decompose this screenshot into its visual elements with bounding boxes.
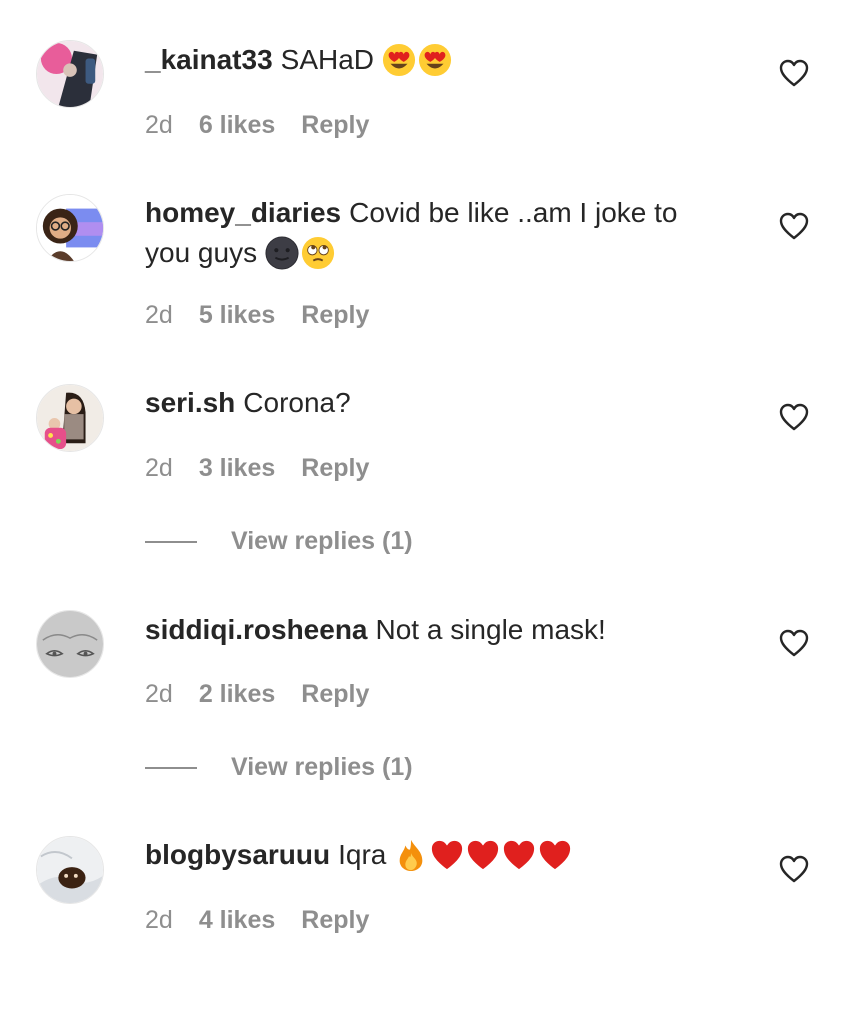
- comment-meta: 2d 2 likes Reply: [145, 679, 369, 709]
- red-heart-emoji: [538, 838, 572, 872]
- likes-count[interactable]: 2 likes: [199, 680, 275, 708]
- comment-username[interactable]: homey_diaries: [145, 197, 341, 228]
- avatar[interactable]: [36, 836, 104, 904]
- red-heart-emoji: [502, 838, 536, 872]
- comment-age: 2d: [145, 301, 173, 329]
- avatar[interactable]: [36, 610, 104, 678]
- comment-text: siddiqi.rosheena Not a single mask!: [145, 610, 745, 650]
- comment-username[interactable]: siddiqi.rosheena: [145, 614, 368, 645]
- comment-username[interactable]: _kainat33: [145, 44, 273, 75]
- heart-outline-icon[interactable]: [779, 212, 809, 240]
- comment-age: 2d: [145, 454, 173, 482]
- comment-body: Not a single mask!: [375, 614, 606, 645]
- red-heart-emoji: [430, 838, 464, 872]
- heart-outline-icon[interactable]: [779, 403, 809, 431]
- comment-body: Iqra: [338, 839, 387, 870]
- comment-meta: 2d 6 likes Reply: [145, 110, 369, 140]
- heart-outline-icon[interactable]: [779, 855, 809, 883]
- dark-moon-face-emoji: [265, 236, 299, 270]
- comment-body-continued: you guys: [145, 237, 258, 268]
- reply-button[interactable]: Reply: [301, 680, 369, 708]
- comment-age: 2d: [145, 680, 173, 708]
- replies-divider-line: [145, 541, 197, 544]
- view-replies-label: View replies (1): [231, 527, 413, 555]
- comment-text: blogbysaruuu Iqra: [145, 835, 745, 877]
- avatar[interactable]: [36, 40, 104, 108]
- comment-emojis: [394, 837, 574, 877]
- comment-age: 2d: [145, 111, 173, 139]
- heart-eyes-emoji: [382, 43, 416, 77]
- reply-button[interactable]: Reply: [301, 301, 369, 329]
- comment-meta: 2d 5 likes Reply: [145, 300, 369, 330]
- comment-emojis: [382, 42, 454, 82]
- likes-count[interactable]: 4 likes: [199, 906, 275, 934]
- comment-age: 2d: [145, 906, 173, 934]
- comment-username[interactable]: blogbysaruuu: [145, 839, 330, 870]
- fire-emoji: [394, 838, 428, 872]
- comment-meta: 2d 4 likes Reply: [145, 905, 369, 935]
- reply-button[interactable]: Reply: [301, 111, 369, 139]
- comment-username[interactable]: seri.sh: [145, 387, 235, 418]
- heart-outline-icon[interactable]: [779, 629, 809, 657]
- heart-outline-icon[interactable]: [779, 59, 809, 87]
- comment-text: seri.sh Corona?: [145, 383, 745, 423]
- comment-body: SAHaD: [280, 44, 375, 75]
- comment-body: Covid be like ..am I joke to: [349, 197, 678, 228]
- comment-emojis: [265, 235, 337, 275]
- replies-divider-line: [145, 767, 197, 770]
- comment-meta: 2d 3 likes Reply: [145, 453, 369, 483]
- reply-button[interactable]: Reply: [301, 906, 369, 934]
- comment-text: _kainat33 SAHaD: [145, 40, 745, 82]
- view-replies-button[interactable]: View replies (1): [145, 753, 413, 783]
- likes-count[interactable]: 5 likes: [199, 301, 275, 329]
- comment-body: Corona?: [243, 387, 351, 418]
- comment-text: homey_diaries Covid be like ..am I joke t…: [145, 193, 745, 275]
- view-replies-button[interactable]: View replies (1): [145, 527, 413, 557]
- likes-count[interactable]: 6 likes: [199, 111, 275, 139]
- view-replies-label: View replies (1): [231, 753, 413, 781]
- avatar[interactable]: [36, 194, 104, 262]
- heart-eyes-emoji: [418, 43, 452, 77]
- red-heart-emoji: [466, 838, 500, 872]
- eye-roll-emoji: [301, 236, 335, 270]
- reply-button[interactable]: Reply: [301, 454, 369, 482]
- avatar[interactable]: [36, 384, 104, 452]
- likes-count[interactable]: 3 likes: [199, 454, 275, 482]
